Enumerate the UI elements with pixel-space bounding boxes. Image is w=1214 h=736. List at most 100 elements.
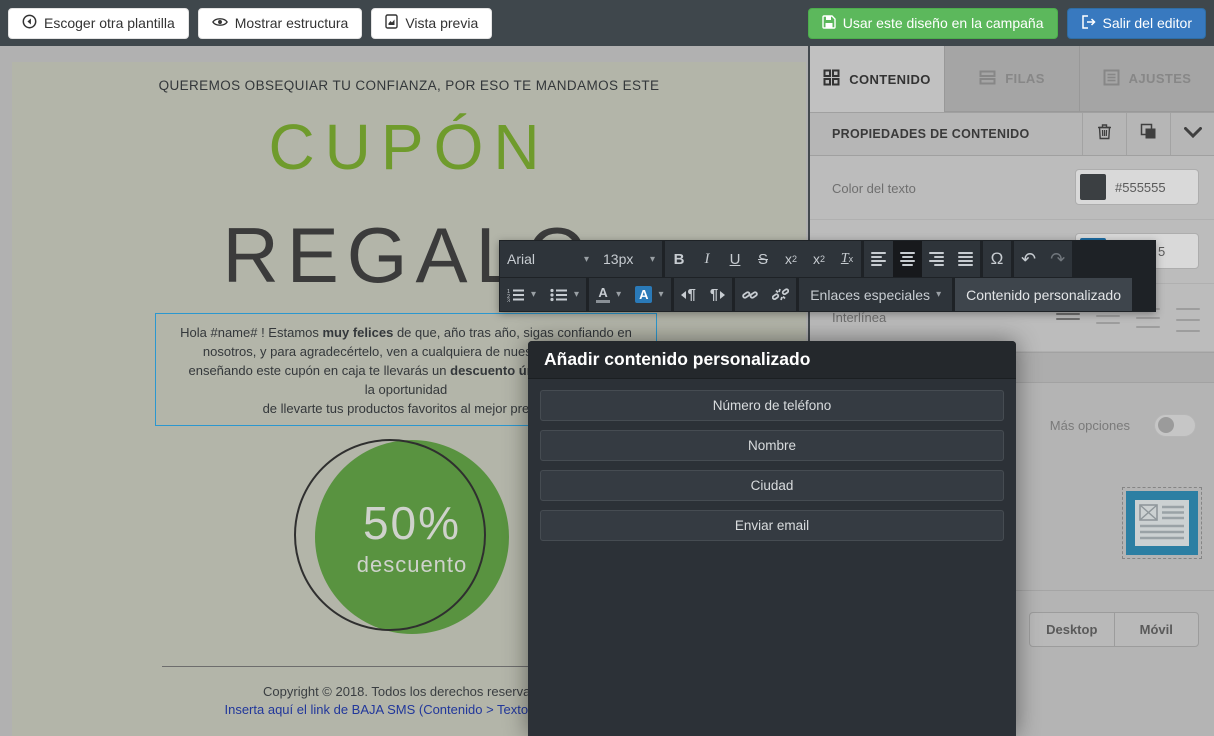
use-design-label: Usar este diseño en la campaña bbox=[843, 15, 1044, 31]
text-color-value: #555555 bbox=[1115, 180, 1166, 195]
discount-ring-outline bbox=[294, 439, 486, 631]
tab-filas-label: FILAS bbox=[1005, 71, 1045, 86]
caret-down-icon: ▾ bbox=[936, 289, 941, 300]
tab-ajustes-label: AJUSTES bbox=[1129, 71, 1192, 86]
bold-button[interactable]: B bbox=[665, 241, 693, 277]
paragraph-ltr-button[interactable]: ¶ bbox=[674, 278, 703, 311]
merge-tag-city-button[interactable]: Ciudad bbox=[540, 470, 1004, 501]
paragraph-rtl-button[interactable]: ¶ bbox=[703, 278, 732, 311]
align-right-button[interactable] bbox=[922, 241, 951, 277]
color-group: A▾ A▾ bbox=[589, 278, 670, 311]
link-icon[interactable] bbox=[735, 278, 765, 311]
format-group: B I U S x2 x2 Tx bbox=[665, 241, 861, 277]
list-group: 123 ▾ ▾ bbox=[500, 278, 586, 311]
history-group: ↶ ↷ bbox=[1014, 241, 1072, 277]
font-family-select[interactable]: Arial▾ bbox=[500, 241, 596, 277]
caret-down-icon: ▾ bbox=[658, 289, 663, 300]
trash-icon bbox=[1097, 123, 1112, 145]
link-group bbox=[735, 278, 796, 311]
caret-down-icon: ▾ bbox=[531, 289, 536, 300]
more-options-toggle[interactable] bbox=[1154, 414, 1196, 437]
chevron-down-icon bbox=[1184, 125, 1202, 143]
line-height-option-4[interactable] bbox=[1176, 308, 1200, 332]
redo-button[interactable]: ↷ bbox=[1043, 241, 1072, 277]
choose-template-button[interactable]: Escoger otra plantilla bbox=[8, 8, 189, 39]
italic-button[interactable]: I bbox=[693, 241, 721, 277]
tab-ajustes[interactable]: AJUSTES bbox=[1080, 46, 1214, 112]
rich-text-toolbar: Arial▾ 13px▾ B I U S x2 x2 Tx bbox=[499, 240, 1156, 312]
caret-down-icon: ▾ bbox=[584, 254, 589, 265]
thumbnail-teal-frame bbox=[1126, 491, 1198, 555]
use-design-button[interactable]: Usar este diseño en la campaña bbox=[808, 8, 1058, 39]
preview-button[interactable]: Vista previa bbox=[371, 8, 492, 39]
content-properties-title: PROPIEDADES DE CONTENIDO bbox=[810, 127, 1082, 141]
ordered-list-button[interactable]: 123 ▾ bbox=[500, 278, 543, 311]
sidebar-tabs: CONTENIDO FILAS AJUSTES bbox=[810, 46, 1214, 112]
special-links-group: Enlaces especiales▾ bbox=[799, 278, 952, 311]
merge-tag-phone-button[interactable]: Número de teléfono bbox=[540, 390, 1004, 421]
clear-format-button[interactable]: Tx bbox=[833, 241, 861, 277]
preview-label: Vista previa bbox=[405, 15, 478, 31]
modal-body: Número de teléfono Nombre Ciudad Enviar … bbox=[528, 379, 1016, 561]
align-left-button[interactable] bbox=[864, 241, 893, 277]
mobile-button[interactable]: Móvil bbox=[1114, 613, 1199, 646]
show-structure-button[interactable]: Mostrar estructura bbox=[198, 8, 363, 39]
custom-content-modal: Añadir contenido personalizado Número de… bbox=[528, 341, 1016, 736]
unlink-icon[interactable] bbox=[765, 278, 796, 311]
preview-page-icon bbox=[385, 14, 398, 32]
exit-editor-button[interactable]: Salir del editor bbox=[1067, 8, 1207, 39]
text-color-row: Color del texto #555555 bbox=[810, 156, 1214, 220]
align-center-button[interactable] bbox=[893, 241, 922, 277]
triangle-right-icon bbox=[720, 291, 725, 299]
background-color-button[interactable]: A▾ bbox=[628, 278, 670, 311]
grid-icon bbox=[823, 69, 840, 89]
topbar-right-group: Usar este diseño en la campaña Salir del… bbox=[808, 8, 1206, 39]
modal-header: Añadir contenido personalizado bbox=[528, 341, 1016, 379]
duplicate-block-button[interactable] bbox=[1126, 113, 1170, 155]
undo-button[interactable]: ↶ bbox=[1014, 241, 1043, 277]
text-color-swatch[interactable] bbox=[1080, 174, 1106, 200]
save-icon bbox=[822, 15, 836, 32]
rows-icon bbox=[979, 70, 996, 88]
line-height-label: Interlínea bbox=[832, 310, 886, 325]
merge-tag-name-button[interactable]: Nombre bbox=[540, 430, 1004, 461]
superscript-button[interactable]: x2 bbox=[777, 241, 805, 277]
svg-text:3: 3 bbox=[507, 298, 510, 302]
font-size-select[interactable]: 13px▾ bbox=[596, 241, 662, 277]
tab-contenido[interactable]: CONTENIDO bbox=[810, 46, 945, 112]
top-toolbar: Escoger otra plantilla Mostrar estructur… bbox=[0, 0, 1214, 46]
bullet-list-button[interactable]: ▾ bbox=[543, 278, 586, 311]
caret-down-icon: ▾ bbox=[616, 289, 621, 300]
sign-out-icon bbox=[1081, 15, 1096, 32]
symbol-group: Ω bbox=[983, 241, 1011, 277]
collapse-panel-button[interactable] bbox=[1170, 113, 1214, 155]
more-options-label: Más opciones bbox=[1050, 418, 1130, 433]
text-color-field[interactable]: #555555 bbox=[1075, 169, 1199, 205]
delete-block-button[interactable] bbox=[1082, 113, 1126, 155]
subscript-button[interactable]: x2 bbox=[805, 241, 833, 277]
font-controls-group: Arial▾ 13px▾ bbox=[500, 241, 662, 277]
align-justify-button[interactable] bbox=[951, 241, 980, 277]
back-circle-icon bbox=[22, 14, 37, 32]
desktop-button[interactable]: Desktop bbox=[1030, 613, 1114, 646]
show-structure-label: Mostrar estructura bbox=[235, 15, 349, 31]
underline-button[interactable]: U bbox=[721, 241, 749, 277]
text-color-label: Color del texto bbox=[832, 181, 916, 196]
caret-down-icon: ▾ bbox=[650, 254, 655, 265]
exit-editor-label: Salir del editor bbox=[1103, 15, 1193, 31]
align-group bbox=[864, 241, 980, 277]
merge-tag-email-button[interactable]: Enviar email bbox=[540, 510, 1004, 541]
settings-list-icon bbox=[1103, 69, 1120, 89]
copy-icon bbox=[1140, 123, 1157, 145]
tab-filas[interactable]: FILAS bbox=[945, 46, 1080, 112]
special-character-button[interactable]: Ω bbox=[983, 241, 1011, 277]
toolbar-row-2: 123 ▾ ▾ A▾ A▾ ¶ ¶ bbox=[500, 278, 1155, 311]
strikethrough-button[interactable]: S bbox=[749, 241, 777, 277]
custom-content-button[interactable]: Contenido personalizado bbox=[955, 278, 1132, 311]
special-links-dropdown[interactable]: Enlaces especiales▾ bbox=[799, 278, 952, 311]
text-block-thumbnail[interactable] bbox=[1122, 487, 1202, 559]
eye-icon bbox=[212, 15, 228, 31]
triangle-left-icon bbox=[681, 291, 686, 299]
custom-content-group: Contenido personalizado bbox=[955, 278, 1132, 311]
font-color-button[interactable]: A▾ bbox=[589, 278, 628, 311]
